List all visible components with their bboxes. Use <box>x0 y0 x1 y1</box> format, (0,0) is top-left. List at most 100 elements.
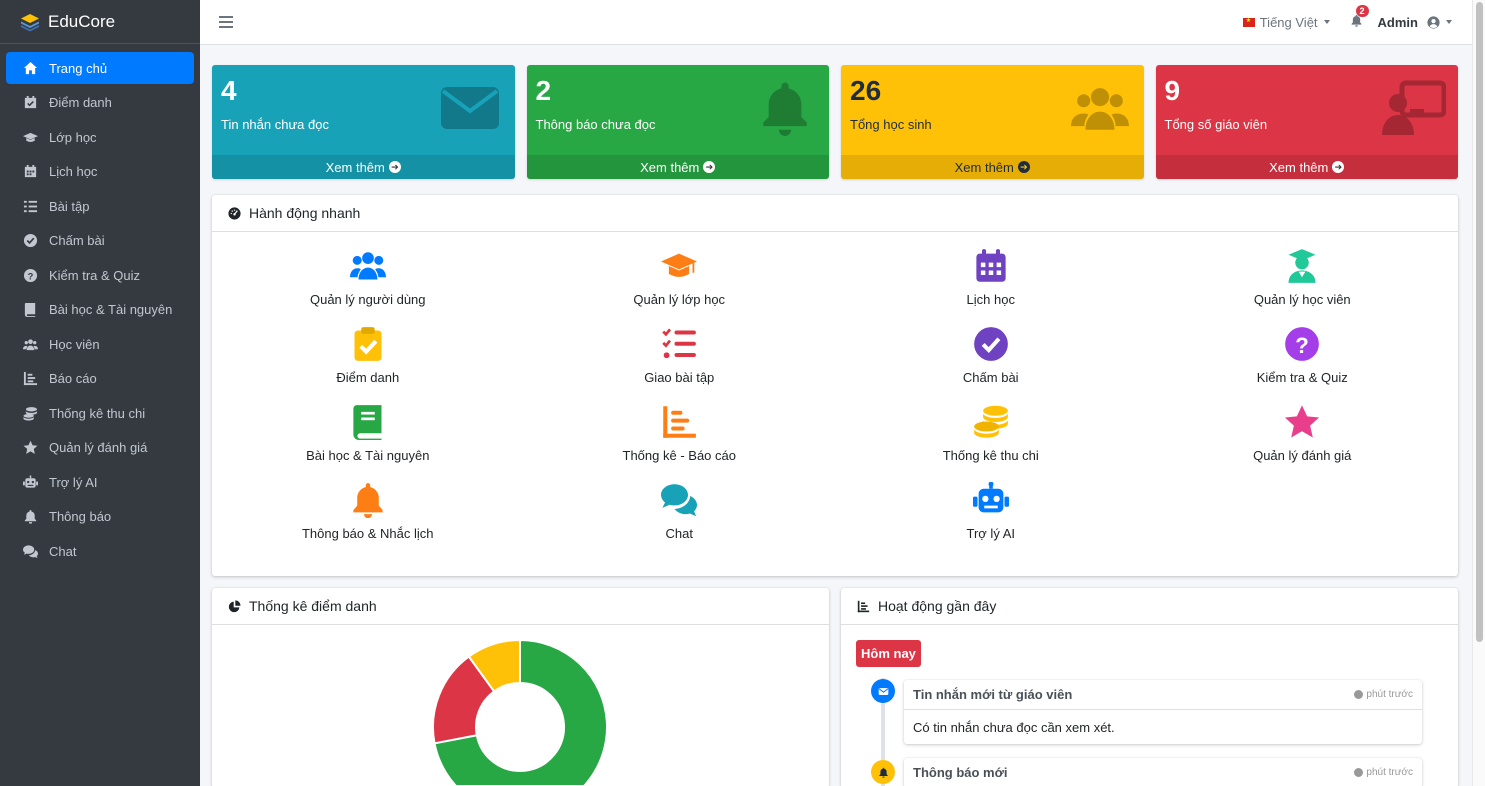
sidebar-item-quiz[interactable]: ? Kiểm tra & Quiz <box>6 259 194 291</box>
check-circle-icon <box>22 233 39 248</box>
calendar-check-icon <box>22 95 39 110</box>
quick-action-finance[interactable]: Thống kê thu chi <box>835 402 1147 466</box>
stat-card-total-students: 26 Tổng học sinh Xem thêm ➔ <box>841 65 1144 179</box>
view-more-label: Xem thêm <box>640 159 700 175</box>
sidebar-item-label: Học viên <box>49 336 100 352</box>
robot-icon <box>22 474 39 490</box>
card-header: Hành động nhanh <box>212 195 1458 232</box>
quick-action-assign-homework[interactable]: Giao bài tập <box>524 324 836 388</box>
quick-action-label: Kiểm tra & Quiz <box>1256 370 1348 385</box>
book-icon <box>22 302 39 317</box>
timeline-item-header: Thông báo mới phút trước <box>904 758 1422 786</box>
list-check-icon <box>22 199 39 214</box>
view-more-link[interactable]: Xem thêm ➔ <box>841 155 1144 179</box>
timeline-item-body: Có tin nhắn chưa đọc cần xem xét. <box>913 719 1115 735</box>
quick-action-reviews[interactable]: Quản lý đánh giá <box>1147 402 1459 466</box>
language-selector[interactable]: Tiếng Việt <box>1242 14 1330 30</box>
quick-action-manage-classes[interactable]: Quản lý lớp học <box>524 246 836 310</box>
quick-action-label: Quản lý lớp học <box>633 292 726 307</box>
sidebar-item-ai-assistant[interactable]: Trợ lý AI <box>6 466 194 498</box>
timeline-item[interactable]: Thông báo mới phút trước <box>904 758 1422 786</box>
svg-text:?: ? <box>28 271 34 281</box>
sidebar-item-grading[interactable]: Chấm bài <box>6 225 194 257</box>
sidebar-item-label: Chấm bài <box>49 233 105 248</box>
scrollbar-thumb[interactable] <box>1476 2 1483 642</box>
quick-action-reports[interactable]: Thống kê - Báo cáo <box>524 402 836 466</box>
timeline-date-label: Hôm nay <box>856 640 921 667</box>
clock-icon <box>1354 690 1364 699</box>
view-more-link[interactable]: Xem thêm ➔ <box>212 155 515 179</box>
sidebar-item-label: Trang chủ <box>49 60 108 76</box>
quick-action-quiz[interactable]: ? Kiểm tra & Quiz <box>1147 324 1459 388</box>
robot-icon <box>971 480 1011 520</box>
arrow-circle-right-icon: ➔ <box>1017 161 1030 173</box>
attendance-stats-card: Thống kê điểm danh <box>212 588 829 786</box>
quick-action-ai-assistant[interactable]: Trợ lý AI <box>835 480 1147 544</box>
quick-action-schedule[interactable]: Lịch học <box>835 246 1147 310</box>
chevron-down-icon <box>1323 20 1330 24</box>
sidebar-item-label: Lịch học <box>49 164 98 179</box>
view-more-link[interactable]: Xem thêm ➔ <box>1155 155 1458 179</box>
quick-actions-card: Hành động nhanh Quản lý người dùng Quản … <box>212 195 1458 576</box>
sidebar-item-lessons[interactable]: Bài học & Tài nguyên <box>6 294 194 326</box>
timeline-item-time: phút trước <box>1354 689 1413 700</box>
sidebar-item-home[interactable]: Trang chủ <box>6 52 194 84</box>
stat-value: 9 <box>1164 75 1181 106</box>
quick-action-manage-users[interactable]: Quản lý người dùng <box>212 246 524 310</box>
sidebar-item-reviews[interactable]: Quản lý đánh giá <box>6 432 194 464</box>
chevron-down-icon <box>1446 20 1452 24</box>
quick-action-manage-students[interactable]: Quản lý học viên <box>1147 246 1459 310</box>
quick-action-label: Quản lý học viên <box>1253 292 1351 307</box>
calendar-icon <box>22 164 39 179</box>
sidebar: EduCore Trang chủ Điểm danh Lớp học Lịch… <box>0 0 200 786</box>
timeline-item[interactable]: Tin nhắn mới từ giáo viên phút trước Có … <box>904 680 1422 744</box>
sidebar-item-chat[interactable]: Chat <box>6 535 194 567</box>
user-menu[interactable]: Admin <box>1378 15 1452 30</box>
card-header: Thống kê điểm danh <box>212 588 829 625</box>
sidebar-item-label: Thông báo <box>49 509 112 524</box>
quick-action-chat[interactable]: Chat <box>524 480 836 544</box>
view-more-link[interactable]: Xem thêm ➔ <box>526 155 829 179</box>
quick-action-label: Thống kê thu chi <box>942 448 1039 463</box>
envelope-icon <box>439 79 503 137</box>
sidebar-item-schedule[interactable]: Lịch học <box>6 156 194 188</box>
users-icon <box>22 337 39 352</box>
stat-label: Tin nhắn chưa đọc <box>221 117 329 132</box>
sidebar-item-label: Bài học & Tài nguyên <box>49 302 173 317</box>
card-header: Hoạt động gần đây <box>841 588 1458 625</box>
chart-icon <box>659 402 699 442</box>
arrow-circle-right-icon: ➔ <box>703 161 716 173</box>
sidebar-item-classes[interactable]: Lớp học <box>6 121 194 153</box>
brand[interactable]: EduCore <box>0 0 200 44</box>
sidebar-item-notifications[interactable]: Thông báo <box>6 501 194 533</box>
stat-label: Tổng số giáo viên <box>1164 117 1268 132</box>
vietnam-flag-icon <box>1242 17 1255 27</box>
quick-action-lessons-resources[interactable]: Bài học & Tài nguyên <box>212 402 524 466</box>
bottom-row: Thống kê điểm danh Hoạt động gần đây Hôm… <box>212 588 1458 786</box>
page-scrollbar[interactable] <box>1472 0 1485 786</box>
sidebar-item-students[interactable]: Học viên <box>6 328 194 360</box>
language-label: Tiếng Việt <box>1259 14 1318 30</box>
quick-action-label: Quản lý đánh giá <box>1253 448 1352 463</box>
quick-action-attendance[interactable]: Điểm danh <box>212 324 524 388</box>
quick-action-label: Quản lý người dùng <box>309 292 426 307</box>
quick-action-notifications-reminders[interactable]: Thông báo & Nhắc lịch <box>212 480 524 544</box>
menu-toggle-button[interactable] <box>219 16 233 28</box>
sidebar-item-reports[interactable]: Báo cáo <box>6 363 194 395</box>
sidebar-item-label: Điểm danh <box>49 95 112 110</box>
sidebar-item-assignments[interactable]: Bài tập <box>6 190 194 222</box>
pie-chart-icon <box>228 599 241 613</box>
notifications-button[interactable]: 2 <box>1350 5 1369 30</box>
question-circle-icon: ? <box>22 268 39 283</box>
quick-action-label: Lịch học <box>966 292 1015 307</box>
timeline-item-title: Thông báo mới <box>913 765 1008 780</box>
users-icon <box>1068 79 1132 137</box>
timeline-item-time: phút trước <box>1354 767 1413 778</box>
arrow-circle-right-icon: ➔ <box>1332 161 1345 173</box>
user-circle-icon <box>1427 15 1440 29</box>
sidebar-item-finance[interactable]: Thống kê thu chi <box>6 397 194 429</box>
sidebar-item-label: Bài tập <box>49 198 90 214</box>
graduation-cap-icon <box>22 130 39 145</box>
quick-action-grading[interactable]: Chấm bài <box>835 324 1147 388</box>
sidebar-item-attendance[interactable]: Điểm danh <box>6 87 194 119</box>
